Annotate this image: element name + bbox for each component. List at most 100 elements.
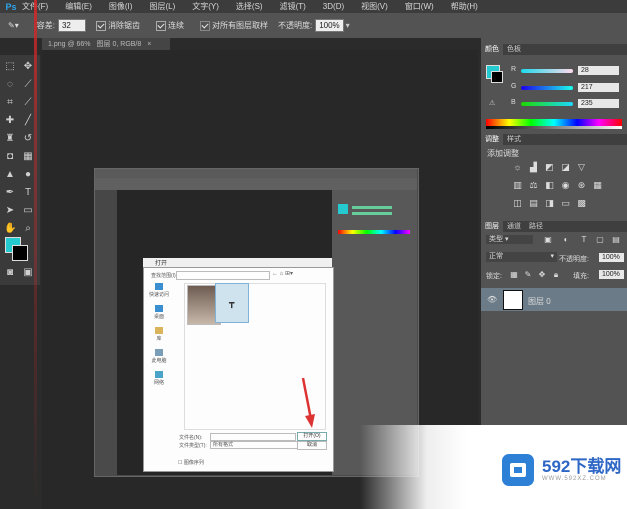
tab-layers[interactable]: 图层 <box>481 221 503 232</box>
blend-mode-select[interactable]: 正常 ▾ <box>486 252 557 262</box>
type-icon[interactable]: T <box>22 187 34 199</box>
menu-type[interactable]: 文字(Y) <box>192 1 219 12</box>
chevron-down-icon[interactable]: ▾ <box>346 21 350 30</box>
color-bg-swatch[interactable] <box>491 71 503 83</box>
opacity-input[interactable]: 100% <box>315 19 344 32</box>
fill-input[interactable]: 100% <box>599 270 624 279</box>
filter-type-icon[interactable]: T <box>579 235 589 245</box>
balance-icon[interactable]: ⚖ <box>528 180 539 191</box>
nav-icons[interactable]: ← ⌂ ⊞▾ <box>272 270 293 277</box>
eyedropper-tool-icon[interactable]: ⟋ <box>22 97 34 109</box>
levels-icon[interactable]: ▟ <box>528 162 539 173</box>
filter-adjust-icon[interactable]: ◐ <box>561 235 571 245</box>
history-brush-icon[interactable]: ↺ <box>22 133 34 145</box>
gradient-icon[interactable]: ▦ <box>22 151 34 163</box>
marquee-icon[interactable]: ⬚ <box>4 61 16 73</box>
blur-icon[interactable]: ▲ <box>4 169 16 181</box>
eraser-icon[interactable]: ◘ <box>4 151 16 163</box>
path-select-icon[interactable]: ➤ <box>4 205 16 217</box>
lasso-icon[interactable]: ◌ <box>4 79 16 91</box>
move-icon[interactable]: ✥ <box>22 61 34 73</box>
quick-select-icon[interactable]: ⟋ <box>22 79 34 91</box>
vibrance-icon[interactable]: ▽ <box>576 162 587 173</box>
brightness-icon[interactable]: ☼ <box>512 162 523 173</box>
lookup-icon[interactable]: ▦ <box>592 180 603 191</box>
tolerance-input[interactable]: 32 <box>57 19 86 32</box>
sidebar-item-quick-access[interactable]: 快速访问 <box>146 283 172 298</box>
bw-icon[interactable]: ◧ <box>544 180 555 191</box>
exposure-icon[interactable]: ◪ <box>560 162 571 173</box>
layer-name[interactable]: 图层 0 <box>528 296 551 307</box>
invert-icon[interactable]: ◫ <box>512 198 523 209</box>
warning-icon[interactable]: ⚠ <box>489 99 495 107</box>
crop-icon[interactable]: ⌗ <box>4 97 16 109</box>
filename-input[interactable] <box>210 433 296 441</box>
menu-layer[interactable]: 图层(L) <box>149 1 175 12</box>
contiguous-checkbox[interactable] <box>155 20 166 31</box>
eyedropper-icon[interactable]: ✎▾ <box>8 21 19 30</box>
r-value[interactable]: 28 <box>578 66 619 75</box>
image-sequence-checkbox[interactable]: ☐ 图像序列 <box>178 459 204 466</box>
layer-kind-filter[interactable]: 类型 ▾ <box>486 235 533 244</box>
menu-help[interactable]: 帮助(H) <box>451 1 478 12</box>
look-in-select[interactable] <box>176 271 270 280</box>
hand-icon[interactable]: ✋ <box>4 223 16 235</box>
tab-swatches[interactable]: 色板 <box>503 44 525 55</box>
background-color-swatch[interactable] <box>12 245 28 261</box>
mixer-icon[interactable]: ⊛ <box>576 180 587 191</box>
menu-3d[interactable]: 3D(D) <box>323 2 344 11</box>
open-button[interactable]: 打开(O) <box>297 432 327 441</box>
menu-select[interactable]: 选择(S) <box>236 1 263 12</box>
curves-icon[interactable]: ◩ <box>544 162 555 173</box>
lock-position-icon[interactable]: ✥ <box>537 270 547 280</box>
sidebar-item-this-pc[interactable]: 此电脑 <box>146 349 172 364</box>
lock-all-icon[interactable]: 🔒︎ <box>551 270 561 280</box>
gradient-map-icon[interactable]: ▭ <box>560 198 571 209</box>
filetype-select[interactable]: 所有格式 <box>210 441 298 449</box>
antialias-checkbox[interactable] <box>95 20 106 31</box>
brush-icon[interactable]: ╱ <box>22 115 34 127</box>
photo-filter-icon[interactable]: ◉ <box>560 180 571 191</box>
posterize-icon[interactable]: ▤ <box>528 198 539 209</box>
sidebar-item-desktop[interactable]: 桌面 <box>146 305 172 320</box>
tab-paths[interactable]: 路径 <box>525 221 547 232</box>
sidebar-item-library[interactable]: 库 <box>146 327 172 342</box>
sample-all-checkbox[interactable] <box>199 20 210 31</box>
tab-adjustments[interactable]: 调整 <box>481 134 503 145</box>
cancel-button[interactable]: 取消 <box>297 441 327 450</box>
menu-window[interactable]: 窗口(W) <box>405 1 434 12</box>
filter-smart-icon[interactable]: ▤ <box>611 235 621 245</box>
filter-shape-icon[interactable]: ▢ <box>595 235 605 245</box>
b-slider[interactable] <box>521 102 573 106</box>
tab-channels[interactable]: 通道 <box>503 221 525 232</box>
menu-filter[interactable]: 滤镜(T) <box>280 1 306 12</box>
quick-mask-icon[interactable]: ◙ <box>4 267 16 279</box>
zoom-icon[interactable]: ⌕ <box>22 223 34 235</box>
filter-pixel-icon[interactable]: ▣ <box>543 235 553 245</box>
r-slider[interactable] <box>521 69 573 73</box>
hue-icon[interactable]: ▥ <box>512 180 523 191</box>
close-icon[interactable]: × <box>147 41 151 48</box>
menu-edit[interactable]: 编辑(E) <box>65 1 92 12</box>
g-slider[interactable] <box>521 86 573 90</box>
tab-styles[interactable]: 样式 <box>503 134 525 145</box>
color-spectrum[interactable] <box>486 119 622 129</box>
stamp-icon[interactable]: ♜ <box>4 133 16 145</box>
document-tab[interactable]: 1.png @ 66% 图层 0, RGB/8 × <box>42 38 170 50</box>
threshold-icon[interactable]: ◨ <box>544 198 555 209</box>
lock-pixels-icon[interactable]: ✎ <box>523 270 533 280</box>
lock-transparency-icon[interactable]: ▦ <box>509 270 519 280</box>
eye-icon[interactable]: 👁︎ <box>487 295 497 304</box>
sidebar-item-network[interactable]: 网络 <box>146 371 172 386</box>
layer-opacity-input[interactable]: 100% <box>599 253 624 262</box>
file-thumbnail-selected[interactable]: ┳ <box>215 283 249 323</box>
rectangle-icon[interactable]: ▭ <box>22 205 34 217</box>
healing-icon[interactable]: ✚ <box>4 115 16 127</box>
tab-color[interactable]: 颜色 <box>481 44 503 55</box>
pen-icon[interactable]: ✒ <box>4 187 16 199</box>
layer-thumbnail[interactable] <box>503 290 523 310</box>
selective-color-icon[interactable]: ▩ <box>576 198 587 209</box>
screen-mode-icon[interactable]: ▣ <box>22 267 34 279</box>
dodge-icon[interactable]: ● <box>22 169 34 181</box>
b-value[interactable]: 235 <box>578 99 619 108</box>
